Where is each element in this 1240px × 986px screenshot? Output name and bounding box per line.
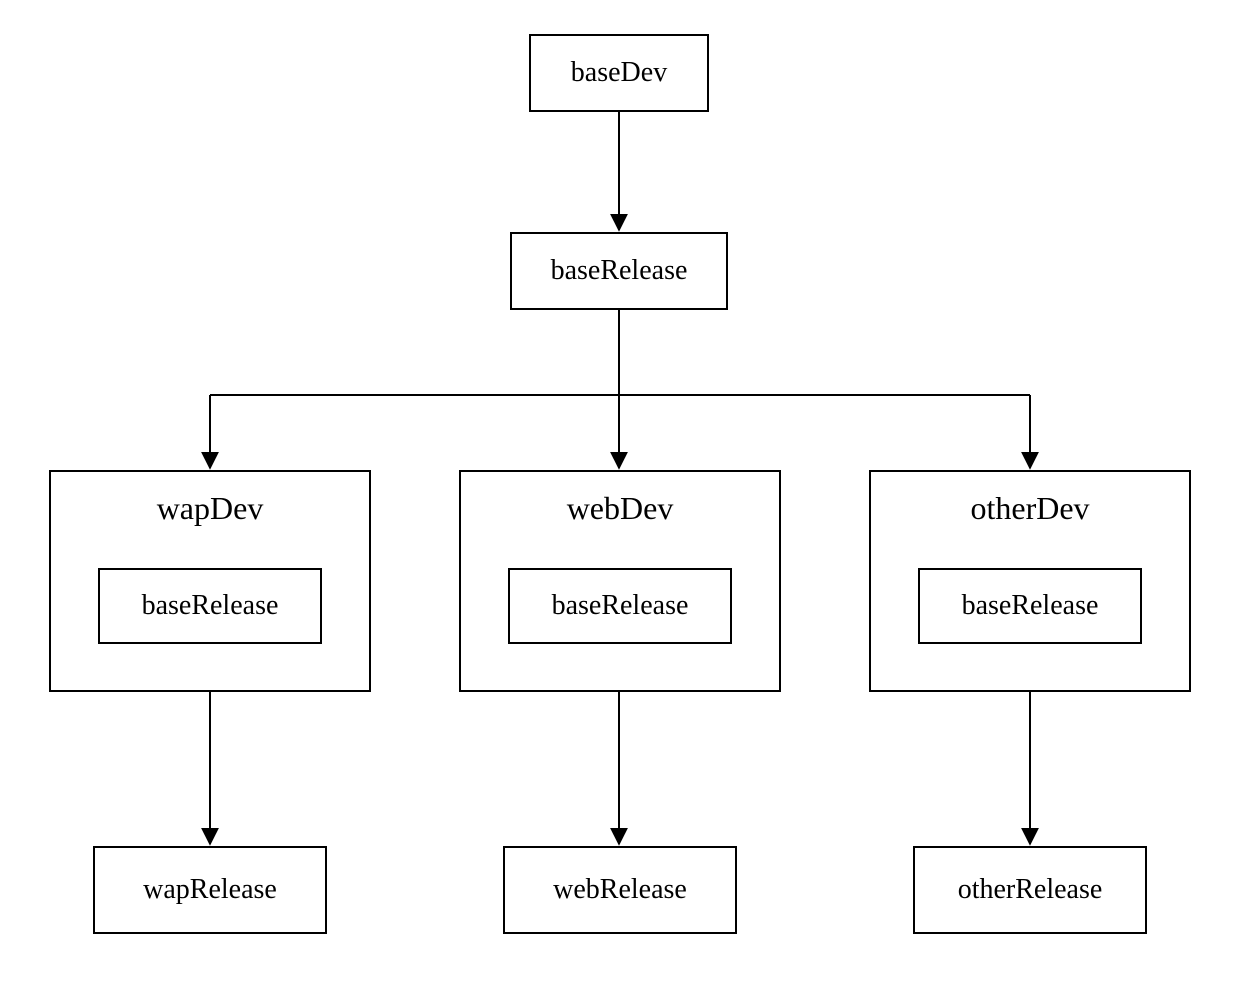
node-waprelease: wapRelease	[93, 846, 327, 934]
node-otherrelease: otherRelease	[913, 846, 1147, 934]
node-baserelease-label: baseRelease	[551, 255, 688, 287]
node-webdev-inner-label: baseRelease	[552, 590, 689, 622]
node-webrelease: webRelease	[503, 846, 737, 934]
node-waprelease-label: wapRelease	[143, 874, 277, 906]
node-webrelease-label: webRelease	[553, 874, 687, 906]
node-wapdev-inner-label: baseRelease	[142, 590, 279, 622]
node-otherdev-label: otherDev	[871, 490, 1189, 527]
node-otherrelease-label: otherRelease	[958, 874, 1103, 906]
node-otherdev: otherDev baseRelease	[869, 470, 1191, 692]
node-wapdev: wapDev baseRelease	[49, 470, 371, 692]
node-webdev: webDev baseRelease	[459, 470, 781, 692]
node-wapdev-inner: baseRelease	[98, 568, 322, 644]
node-otherdev-inner: baseRelease	[918, 568, 1142, 644]
node-webdev-label: webDev	[461, 490, 779, 527]
node-basedev-label: baseDev	[571, 57, 667, 89]
node-otherdev-inner-label: baseRelease	[962, 590, 1099, 622]
node-baserelease: baseRelease	[510, 232, 728, 310]
node-basedev: baseDev	[529, 34, 709, 112]
node-webdev-inner: baseRelease	[508, 568, 732, 644]
node-wapdev-label: wapDev	[51, 490, 369, 527]
